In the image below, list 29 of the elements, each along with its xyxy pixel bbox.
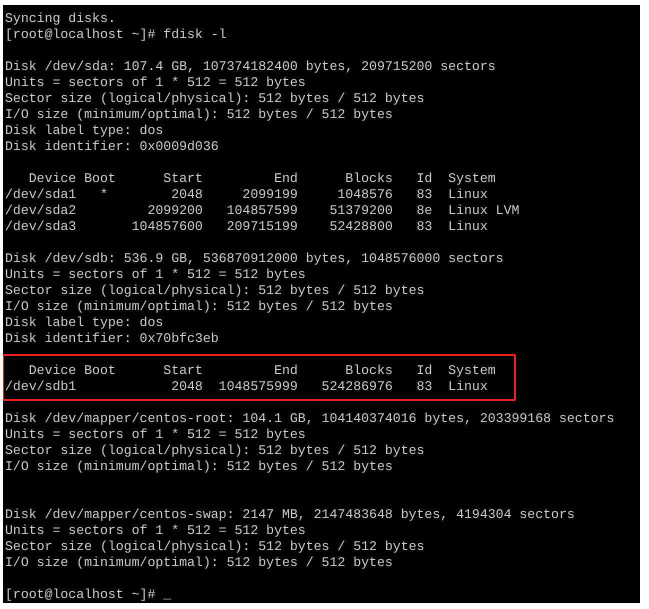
terminal-line: I/O size (minimum/optimal): 512 bytes / 512 bytes — [5, 459, 393, 475]
terminal-line: I/O size (minimum/optimal): 512 bytes / 512 bytes — [5, 555, 393, 571]
terminal-line: Disk label type: dos — [5, 123, 164, 139]
terminal-line: /dev/sda1 * 2048 2099199 1048576 83 Linux — [5, 187, 488, 203]
terminal-line: Units = sectors of 1 * 512 = 512 bytes — [5, 523, 306, 539]
terminal-line: Disk /dev/sdb: 536.9 GB, 536870912000 bytes, 1048576000 sectors — [5, 251, 504, 267]
terminal-line: [root@localhost ~]# fdisk -l — [5, 27, 227, 43]
terminal-line: Syncing disks. — [5, 11, 116, 27]
terminal-line: Disk /dev/sda: 107.4 GB, 107374182400 bytes, 209715200 sectors — [5, 59, 496, 75]
terminal-line: Sector size (logical/physical): 512 bytes / 512 bytes — [5, 539, 424, 555]
terminal-line: /dev/sda2 2099200 104857599 51379200 8e Linux LVM — [5, 203, 520, 219]
terminal-line: Units = sectors of 1 * 512 = 512 bytes — [5, 267, 306, 283]
terminal-line: Sector size (logical/physical): 512 bytes / 512 bytes — [5, 91, 424, 107]
terminal-line: Sector size (logical/physical): 512 bytes / 512 bytes — [5, 283, 424, 299]
terminal-line: I/O size (minimum/optimal): 512 bytes / 512 bytes — [5, 299, 393, 315]
terminal-line: Disk /dev/mapper/centos-swap: 2147 MB, 2147483648 bytes, 4194304 sectors — [5, 507, 575, 523]
terminal-line: Disk identifier: 0x0009d036 — [5, 139, 219, 155]
terminal-line: Device Boot Start End Blocks Id System — [28, 363, 496, 379]
terminal-line: Disk /dev/mapper/centos-root: 104.1 GB, 104140374016 bytes, 203399168 sectors — [5, 411, 614, 427]
terminal-line: Sector size (logical/physical): 512 bytes / 512 bytes — [5, 443, 424, 459]
terminal-line: Units = sectors of 1 * 512 = 512 bytes — [5, 427, 306, 443]
terminal-line: Device Boot Start End Blocks Id System — [28, 171, 496, 187]
terminal-line: I/O size (minimum/optimal): 512 bytes / 512 bytes — [5, 107, 393, 123]
terminal-line: [root@localhost ~]# _ — [5, 587, 172, 603]
terminal-line: Disk label type: dos — [5, 315, 164, 331]
terminal-line: /dev/sdb1 2048 1048575999 524286976 83 Linux — [5, 379, 488, 395]
terminal-line: Disk identifier: 0x70bfc3eb — [5, 331, 219, 347]
terminal-line: /dev/sda3 104857600 209715199 52428800 83 Linux — [5, 219, 488, 235]
terminal-line: Units = sectors of 1 * 512 = 512 bytes — [5, 75, 306, 91]
